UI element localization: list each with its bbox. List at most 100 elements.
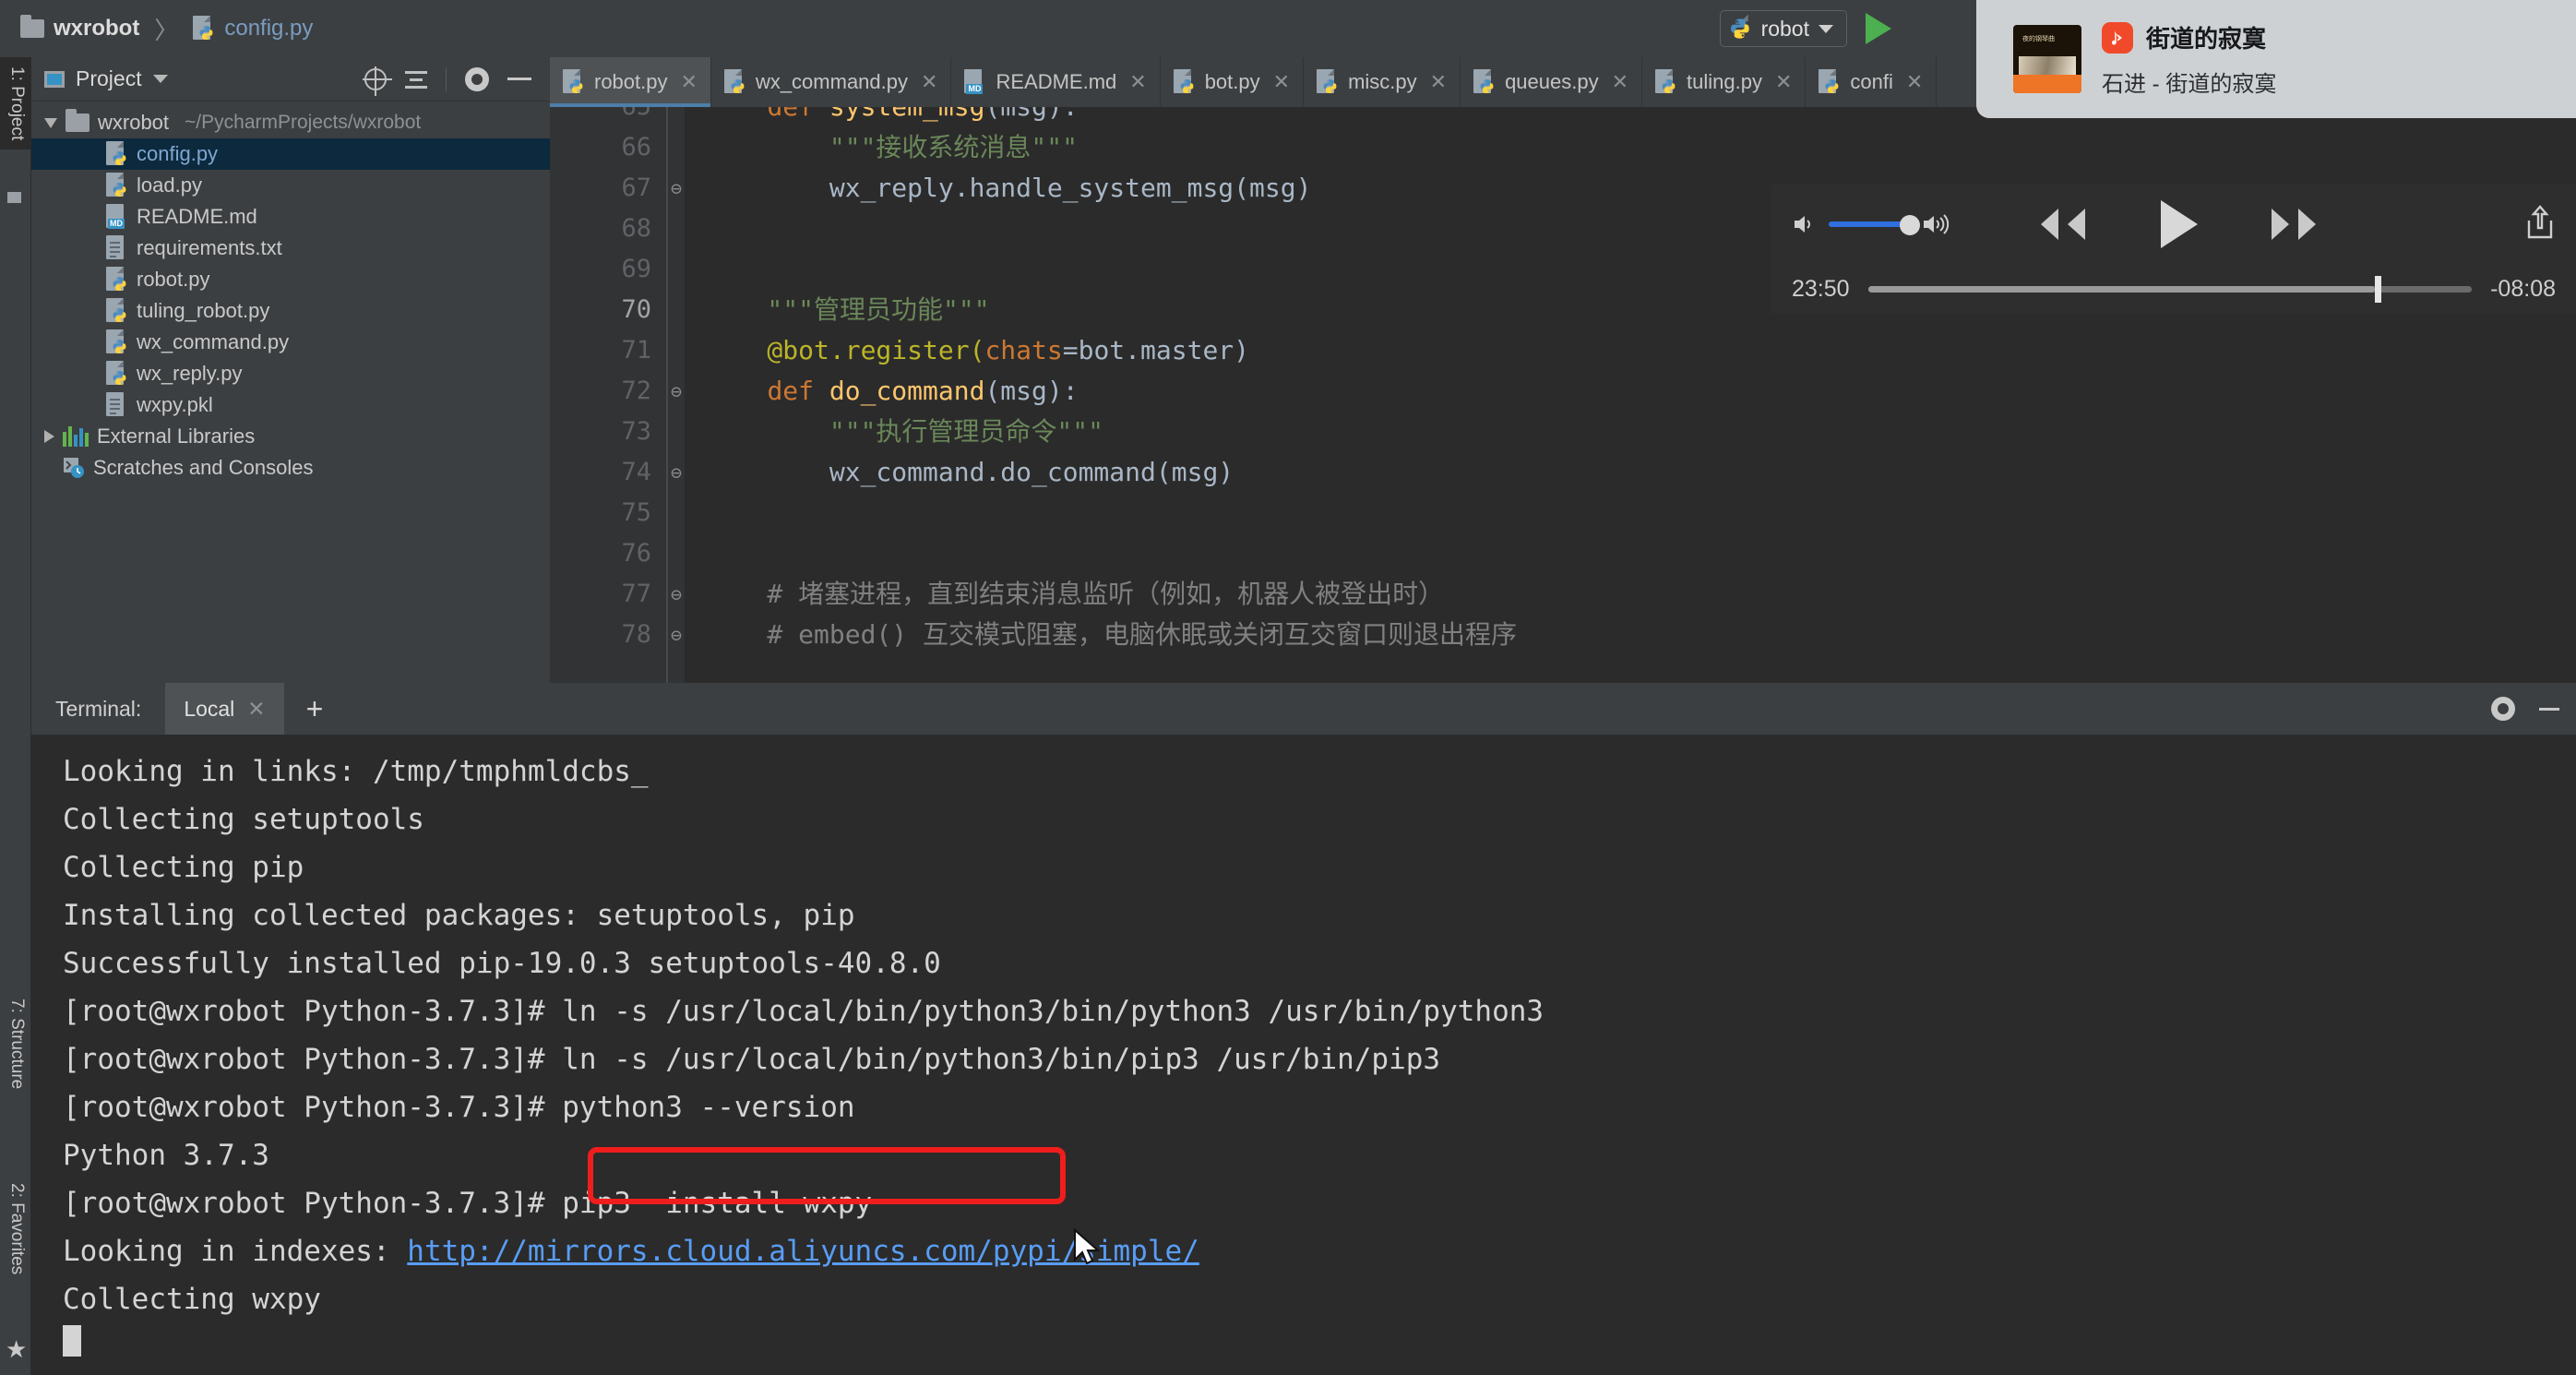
plus-icon[interactable]: + bbox=[284, 692, 346, 726]
close-icon[interactable]: ✕ bbox=[1612, 70, 1628, 94]
gear-icon[interactable] bbox=[2491, 697, 2515, 721]
fold-marker-icon[interactable]: ⊖ bbox=[666, 371, 686, 412]
line-source: wx_command.do_command(msg) bbox=[705, 452, 1234, 493]
rewind-icon[interactable] bbox=[2028, 203, 2093, 245]
editor-tab-wx-command-py[interactable]: wx_command.py✕ bbox=[711, 57, 952, 107]
project-view-icon bbox=[44, 71, 65, 88]
chevron-down-icon[interactable] bbox=[1819, 25, 1833, 33]
chevron-right-icon[interactable] bbox=[44, 430, 54, 443]
editor-tab-bot-py[interactable]: bot.py✕ bbox=[1161, 57, 1304, 107]
breadcrumb-project[interactable]: wxrobot bbox=[54, 16, 139, 42]
editor-tab-label: misc.py bbox=[1348, 70, 1417, 94]
code-line[interactable]: 78⊖ # embed() 互交模式阻塞，电脑休眠或关闭互交窗口则退出程序 bbox=[550, 615, 2576, 655]
tree-item-label: wxpy.pkl bbox=[137, 393, 213, 417]
share-icon[interactable] bbox=[2524, 204, 2556, 241]
tree-item-requirements-txt[interactable]: requirements.txt bbox=[31, 233, 550, 264]
run-configuration-selector[interactable]: robot bbox=[1720, 10, 1847, 47]
fold-marker-icon[interactable]: ⊖ bbox=[666, 615, 686, 655]
tree-item-scratches-and-consoles[interactable]: Scratches and Consoles bbox=[31, 452, 550, 484]
close-icon[interactable]: ✕ bbox=[1775, 70, 1792, 94]
terminal-line: [root@wxrobot Python-3.7.3]# python3 --v… bbox=[63, 1083, 2576, 1131]
close-icon[interactable]: ✕ bbox=[1906, 70, 1923, 94]
code-line[interactable]: 76 bbox=[550, 533, 2576, 574]
code-line[interactable]: 75 bbox=[550, 493, 2576, 533]
sidebar-item-favorites[interactable]: 2: Favorites bbox=[0, 1174, 33, 1284]
tree-item-wx-reply-py[interactable]: wx_reply.py bbox=[31, 358, 550, 389]
terminal-tab-label: Local bbox=[184, 697, 234, 722]
python-file-icon bbox=[1728, 15, 1752, 43]
now-playing-popup[interactable]: 夜的钢琴曲 街道的寂寞 石进 - 街道的寂寞 bbox=[1976, 0, 2576, 118]
editor-tab-label: queues.py bbox=[1505, 70, 1599, 94]
fold-marker-icon[interactable]: ⊖ bbox=[666, 168, 686, 209]
seek-knob[interactable] bbox=[2375, 276, 2381, 303]
python-file-icon bbox=[106, 141, 128, 167]
chevron-down-icon[interactable] bbox=[153, 75, 168, 83]
sidebar-item-structure[interactable]: 7: Structure bbox=[0, 989, 33, 1098]
volume-knob[interactable] bbox=[1900, 215, 1920, 235]
locate-icon[interactable] bbox=[364, 68, 387, 90]
hide-icon[interactable] bbox=[2539, 708, 2559, 711]
tree-item-wx-command-py[interactable]: wx_command.py bbox=[31, 327, 550, 358]
fold-marker-icon[interactable]: ⊖ bbox=[666, 574, 686, 615]
media-seek-bar[interactable]: 23:50 -08:08 bbox=[1771, 264, 2576, 314]
tree-item-robot-py[interactable]: robot.py bbox=[31, 264, 550, 295]
editor-tab-confi[interactable]: confi✕ bbox=[1806, 57, 1937, 107]
run-button[interactable] bbox=[1866, 13, 1891, 44]
volume-slider[interactable] bbox=[1829, 221, 1912, 227]
gear-icon[interactable] bbox=[465, 67, 489, 91]
tree-item-tuling-robot-py[interactable]: tuling_robot.py bbox=[31, 295, 550, 327]
project-panel-header: Project bbox=[31, 57, 550, 102]
code-line[interactable]: 72⊖ def do_command(msg): bbox=[550, 371, 2576, 412]
now-playing-subtitle: 石进 - 街道的寂寞 bbox=[2102, 66, 2276, 98]
line-number: 71 bbox=[550, 330, 651, 371]
volume-control[interactable] bbox=[1792, 211, 1958, 237]
breadcrumb-file[interactable]: config.py bbox=[224, 16, 313, 42]
tree-item-label: robot.py bbox=[137, 268, 210, 292]
terminal-tab-local[interactable]: Local ✕ bbox=[165, 683, 283, 735]
elapsed-time: 23:50 bbox=[1792, 276, 1850, 303]
tree-item-wxrobot[interactable]: wxrobot~/PycharmProjects/wxrobot bbox=[31, 107, 550, 138]
sidebar-item-project[interactable]: 1: Project bbox=[0, 57, 33, 149]
python-file-icon bbox=[106, 329, 128, 355]
editor-tab-queues-py[interactable]: queues.py ✕ bbox=[1461, 57, 1642, 107]
close-icon[interactable]: ✕ bbox=[921, 70, 937, 94]
close-icon[interactable]: ✕ bbox=[1273, 70, 1290, 94]
line-source: """接收系统消息""" bbox=[705, 127, 1078, 168]
code-line[interactable]: 74⊖ wx_command.do_command(msg) bbox=[550, 452, 2576, 493]
play-icon[interactable] bbox=[2153, 197, 2203, 252]
scratches-icon bbox=[63, 457, 85, 479]
code-line[interactable]: 66 """接收系统消息""" bbox=[550, 127, 2576, 168]
tree-item-load-py[interactable]: load.py bbox=[31, 170, 550, 201]
close-icon[interactable]: ✕ bbox=[247, 697, 265, 722]
editor-tab-misc-py[interactable]: misc.py ✕ bbox=[1304, 57, 1461, 107]
code-line[interactable]: 77⊖ # 堵塞进程，直到结束消息监听（例如，机器人被登出时） bbox=[550, 574, 2576, 615]
close-icon[interactable]: ✕ bbox=[681, 70, 698, 94]
collapse-all-icon[interactable] bbox=[405, 68, 427, 90]
close-icon[interactable]: ✕ bbox=[1129, 70, 1146, 94]
tree-item-readme-md[interactable]: MDREADME.md bbox=[31, 201, 550, 233]
tree-item-config-py[interactable]: config.py bbox=[31, 138, 550, 170]
hide-icon[interactable] bbox=[507, 78, 531, 80]
editor-tab-robot-py[interactable]: robot.py✕ bbox=[550, 57, 711, 107]
libraries-icon bbox=[63, 426, 89, 447]
python-file-icon bbox=[106, 298, 128, 324]
chevron-down-icon[interactable] bbox=[44, 118, 57, 128]
terminal-output[interactable]: Looking in links: /tmp/tmphmldcbs_Collec… bbox=[31, 735, 2576, 1375]
line-number: 73 bbox=[550, 412, 651, 452]
album-art: 夜的钢琴曲 bbox=[2013, 25, 2081, 93]
editor-tab-readme-md[interactable]: MDREADME.md✕ bbox=[951, 57, 1160, 107]
editor-tab-tuling-py[interactable]: tuling.py✕ bbox=[1642, 57, 1806, 107]
fast-forward-icon[interactable] bbox=[2264, 203, 2329, 245]
tree-item-wxpy-pkl[interactable]: wxpy.pkl bbox=[31, 389, 550, 421]
fold-marker-icon[interactable]: ⊖ bbox=[666, 452, 686, 493]
seek-track[interactable] bbox=[1868, 286, 2473, 293]
code-line[interactable]: 71 @bot.register(chats=bot.master) bbox=[550, 330, 2576, 371]
line-number: 69 bbox=[550, 249, 651, 290]
python-file-icon bbox=[106, 361, 128, 387]
editor-tab-label: README.md bbox=[996, 70, 1116, 94]
tree-item-label: tuling_robot.py bbox=[137, 299, 269, 323]
close-icon[interactable]: ✕ bbox=[1430, 70, 1447, 94]
tree-item-external-libraries[interactable]: External Libraries bbox=[31, 421, 550, 452]
project-panel-title[interactable]: Project bbox=[76, 66, 142, 91]
code-line[interactable]: 73 """执行管理员命令""" bbox=[550, 412, 2576, 452]
